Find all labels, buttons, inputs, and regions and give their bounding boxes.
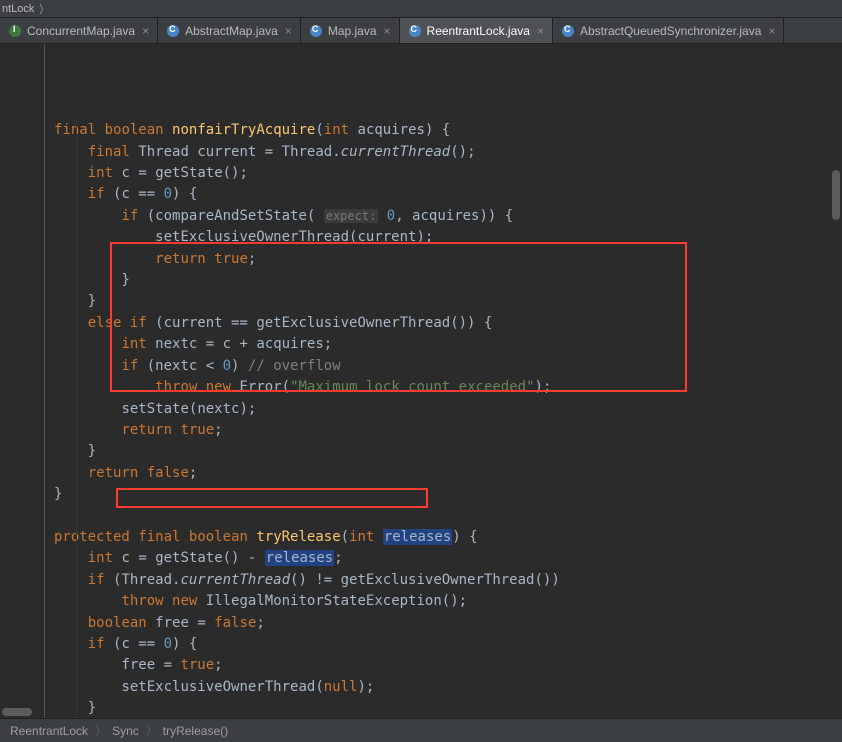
tab-label: ReentrantLock.java	[427, 24, 530, 38]
chevron-right-icon: 〉	[147, 722, 155, 739]
horizontal-scrollbar-thumb[interactable]	[2, 708, 32, 716]
class-file-icon	[408, 24, 422, 38]
breadcrumb-item[interactable]: ReentrantLock	[10, 724, 88, 738]
class-file-icon	[309, 24, 323, 38]
vertical-scrollbar-thumb[interactable]	[832, 170, 840, 220]
code-content[interactable]: final boolean nonfairTryAcquire(int acqu…	[0, 120, 842, 718]
class-file-icon	[166, 24, 180, 38]
close-icon[interactable]: ×	[285, 24, 292, 38]
editor-tab-bar: ConcurrentMap.java×AbstractMap.java×Map.…	[0, 18, 842, 44]
close-icon[interactable]: ×	[768, 24, 775, 38]
close-icon[interactable]: ×	[142, 24, 149, 38]
editor-tab[interactable]: ConcurrentMap.java ×	[0, 18, 158, 43]
editor-tab[interactable]: ReentrantLock.java ×	[400, 18, 553, 43]
tab-label: AbstractMap.java	[185, 24, 278, 38]
breadcrumb-item[interactable]: Sync	[112, 724, 139, 738]
tab-label: ConcurrentMap.java	[27, 24, 135, 38]
tab-label: AbstractQueuedSynchronizer.java	[580, 24, 761, 38]
class-file-icon	[561, 24, 575, 38]
window-title-fragment: ntLock 〉	[0, 0, 842, 18]
tab-label: Map.java	[328, 24, 377, 38]
chevron-right-icon: 〉	[40, 1, 48, 17]
editor-tab[interactable]: AbstractMap.java ×	[158, 18, 301, 43]
indent-guide	[76, 120, 77, 718]
chevron-right-icon: 〉	[96, 722, 104, 739]
close-icon[interactable]: ×	[384, 24, 391, 38]
interface-file-icon	[8, 24, 22, 38]
window-title-text: ntLock	[2, 3, 34, 15]
editor-tab[interactable]: AbstractQueuedSynchronizer.java ×	[553, 18, 784, 43]
editor-tab[interactable]: Map.java ×	[301, 18, 400, 43]
breadcrumb-item[interactable]: tryRelease()	[163, 724, 228, 738]
code-editor[interactable]: final boolean nonfairTryAcquire(int acqu…	[0, 44, 842, 718]
breadcrumb-bar: ReentrantLock 〉 Sync 〉 tryRelease()	[0, 718, 842, 742]
close-icon[interactable]: ×	[537, 24, 544, 38]
